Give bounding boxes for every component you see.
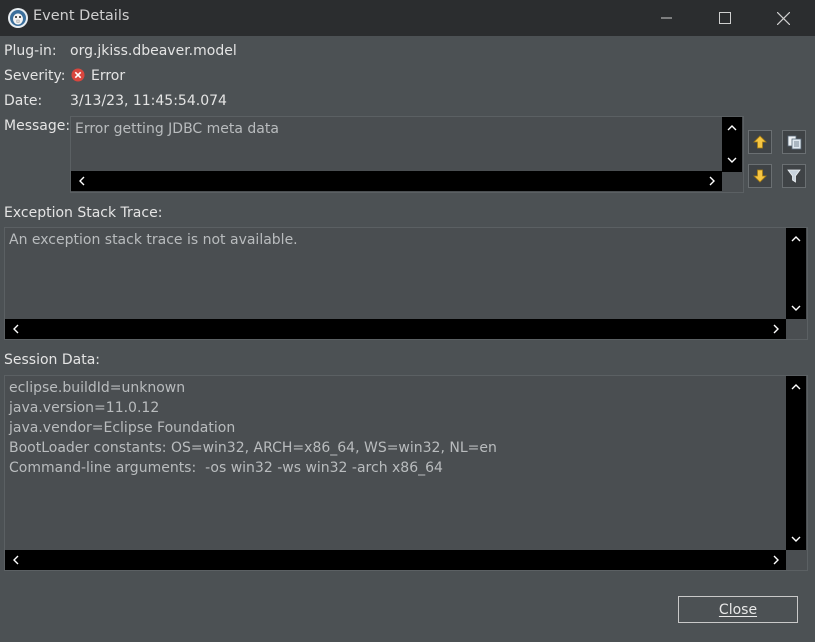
session-data-text-area[interactable]: eclipse.buildId=unknown java.version=11.… (4, 375, 808, 571)
title-bar: Event Details (0, 0, 815, 36)
filter-button[interactable] (782, 164, 806, 188)
minimize-icon (661, 17, 672, 19)
severity-value: Error (91, 68, 126, 84)
stack-trace-text: An exception stack trace is not availabl… (9, 232, 298, 248)
scroll-down-icon[interactable] (786, 529, 806, 549)
message-text: Error getting JDBC meta data (75, 121, 279, 137)
session-line: java.vendor=Eclipse Foundation (9, 420, 236, 436)
minimize-button[interactable] (638, 0, 696, 36)
scroll-left-icon[interactable] (5, 319, 25, 339)
scroll-down-icon[interactable] (722, 150, 742, 170)
scroll-right-icon[interactable] (702, 171, 722, 191)
session-line: BootLoader constants: OS=win32, ARCH=x86… (9, 440, 497, 456)
scroll-left-icon[interactable] (71, 171, 91, 191)
scroll-up-icon[interactable] (722, 117, 742, 137)
plugin-label: Plug-in: (4, 43, 57, 59)
scroll-left-icon[interactable] (5, 550, 25, 570)
previous-event-button[interactable] (748, 130, 772, 154)
scroll-down-icon[interactable] (786, 298, 806, 318)
maximize-button[interactable] (696, 0, 754, 36)
stack-trace-text-area[interactable]: An exception stack trace is not availabl… (4, 227, 808, 340)
stack-trace-label: Exception Stack Trace: (4, 205, 163, 221)
session-horizontal-scrollbar[interactable] (5, 550, 786, 570)
severity-label: Severity: (4, 68, 66, 84)
session-data-label: Session Data: (4, 352, 101, 368)
message-text-area[interactable]: Error getting JDBC meta data (70, 116, 744, 193)
session-line: java.version=11.0.12 (9, 400, 160, 416)
scroll-right-icon[interactable] (766, 319, 786, 339)
plugin-value: org.jkiss.dbeaver.model (70, 43, 237, 59)
session-vertical-scrollbar[interactable] (786, 376, 806, 550)
dbeaver-beaver-icon (8, 8, 28, 28)
date-value: 3/13/23, 11:45:54.074 (70, 93, 227, 109)
close-button[interactable]: Close (678, 596, 798, 623)
window-title: Event Details (33, 8, 130, 24)
copy-icon (787, 135, 801, 149)
scroll-up-icon[interactable] (786, 376, 806, 396)
up-arrow-icon (753, 135, 767, 149)
copy-button[interactable] (782, 130, 806, 154)
close-button-label: Close (718, 601, 758, 618)
maximize-icon (719, 12, 731, 24)
close-icon (776, 11, 790, 25)
message-label: Message: (4, 118, 71, 134)
next-event-button[interactable] (748, 164, 772, 188)
scroll-right-icon[interactable] (766, 550, 786, 570)
session-line: Command-line arguments: -os win32 -ws wi… (9, 460, 443, 476)
date-label: Date: (4, 93, 43, 109)
error-icon (71, 68, 85, 82)
scroll-up-icon[interactable] (786, 228, 806, 248)
message-horizontal-scrollbar[interactable] (71, 171, 722, 191)
close-window-button[interactable] (754, 0, 812, 36)
session-line: eclipse.buildId=unknown (9, 380, 186, 396)
stack-trace-horizontal-scrollbar[interactable] (5, 319, 786, 339)
down-arrow-icon (753, 169, 767, 183)
filter-icon (787, 169, 801, 183)
